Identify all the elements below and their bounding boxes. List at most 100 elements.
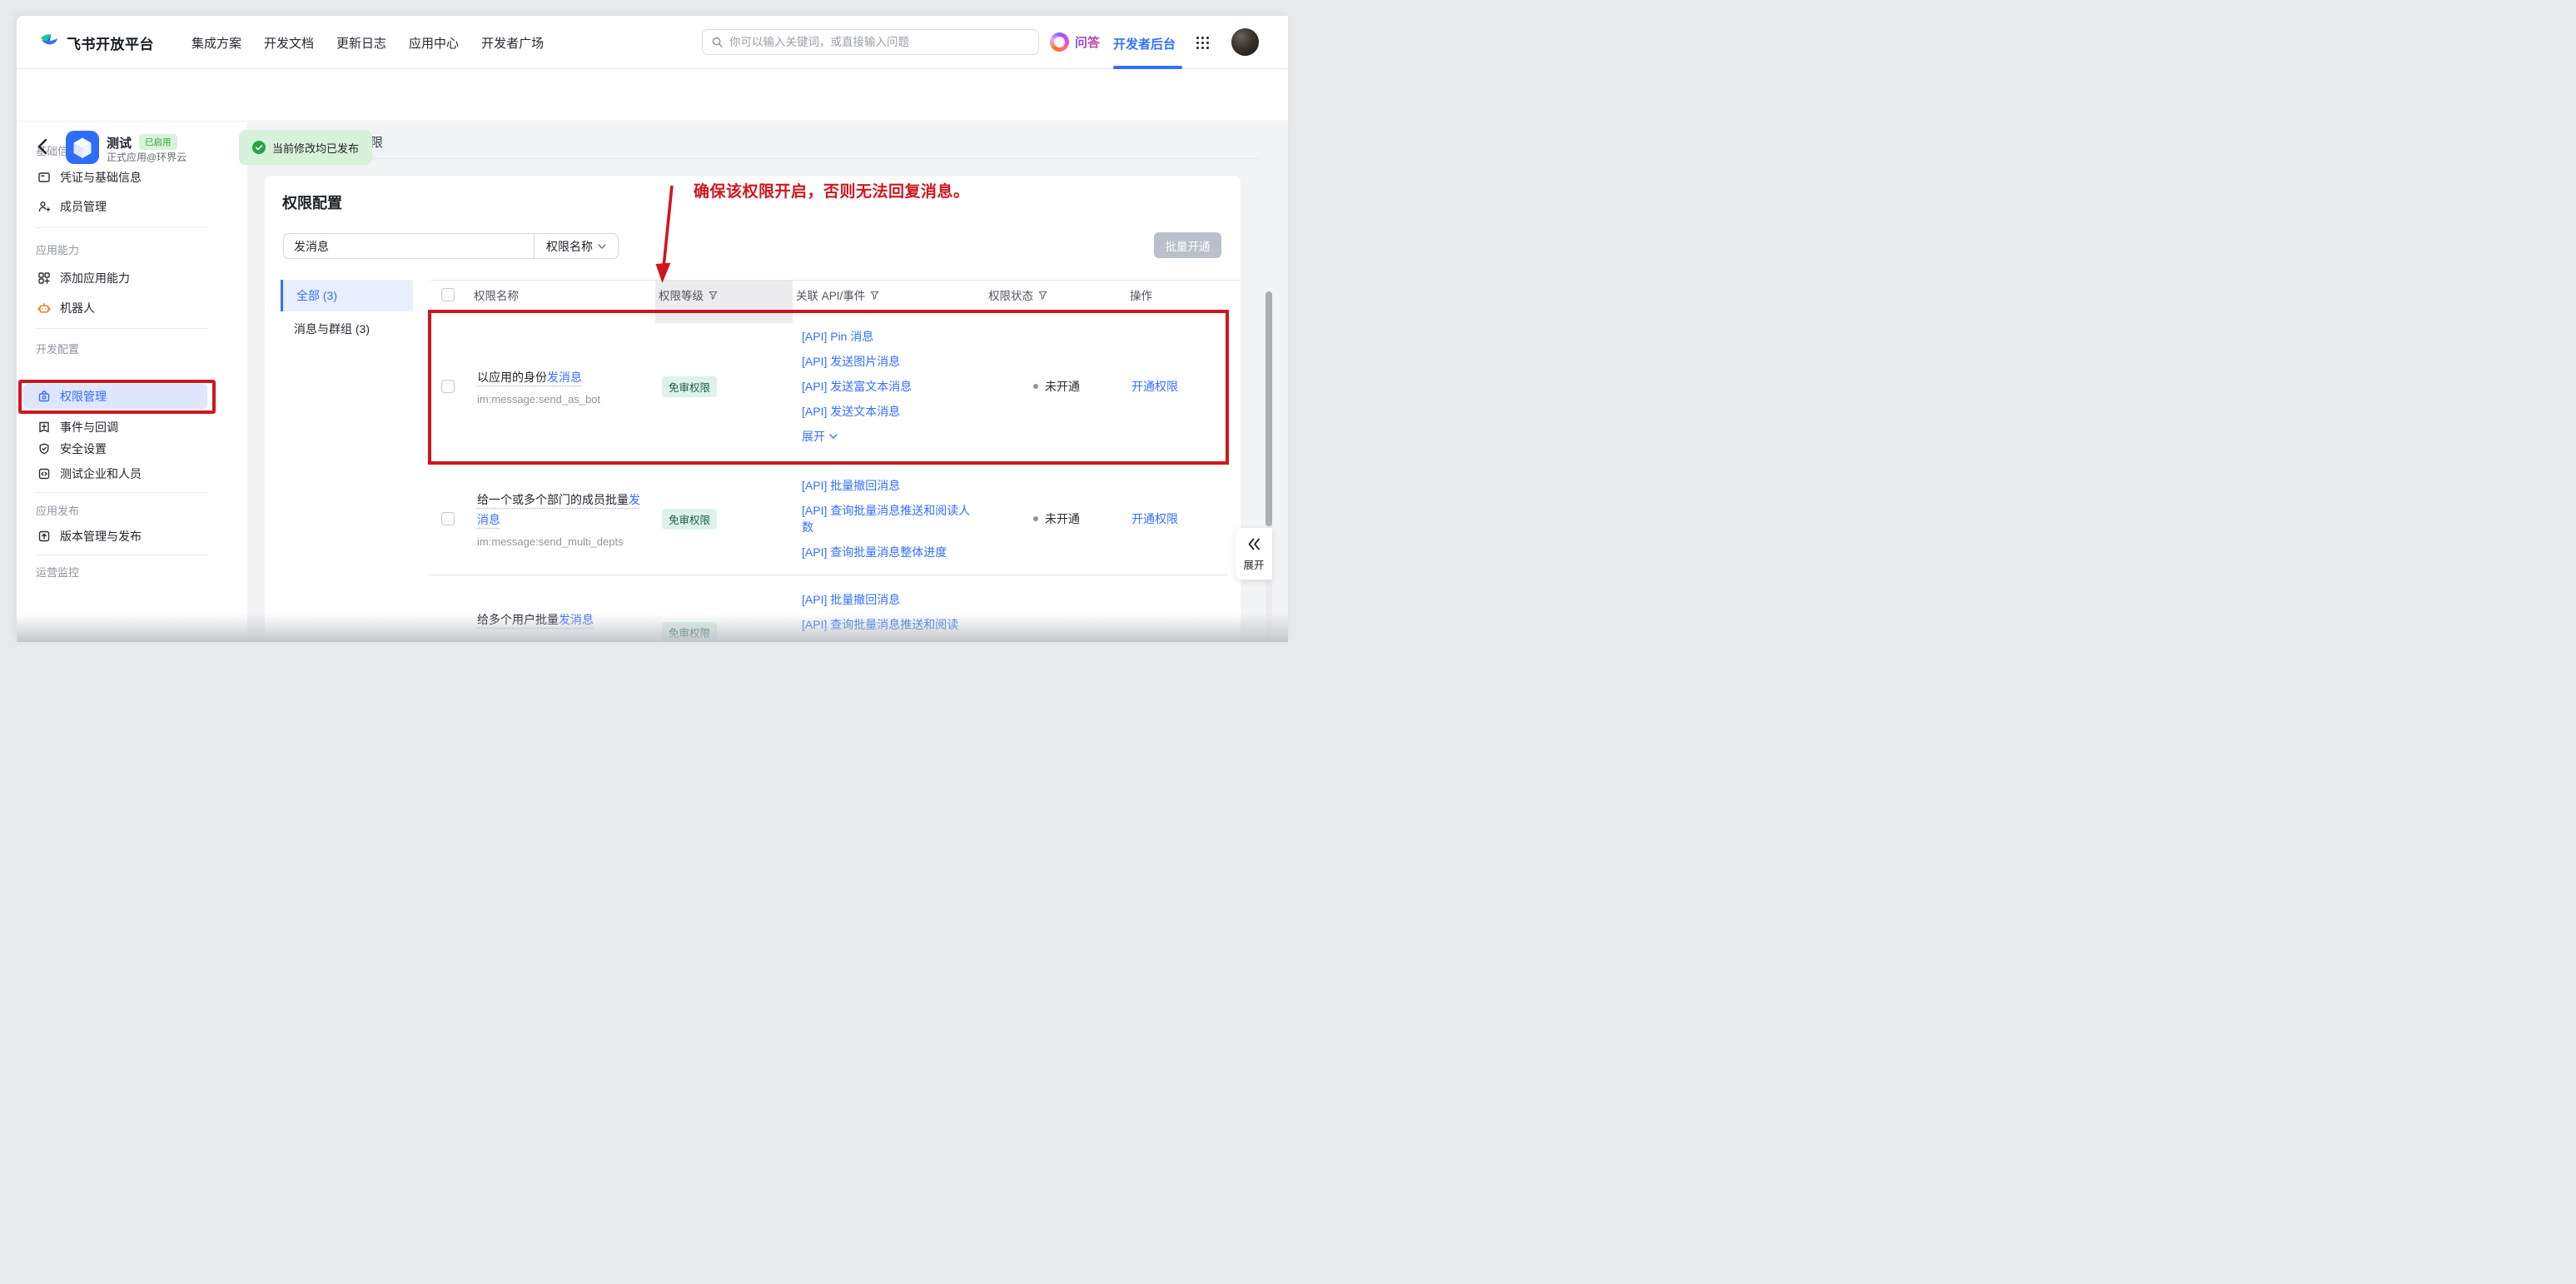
table-row: 给一个或多个部门的成员批量发消息 im:message:send_multi_d…: [429, 463, 1228, 575]
nav-item-docs[interactable]: 开发文档: [264, 34, 314, 52]
expand-apis-link[interactable]: 展开: [802, 428, 972, 445]
chevron-down-icon: [598, 244, 606, 249]
qa-label: 问答: [1075, 33, 1100, 51]
row-checkbox[interactable]: [441, 512, 455, 525]
col-header-permission-status: 权限状态: [985, 286, 1120, 303]
double-chevron-left-icon: [1246, 536, 1262, 552]
feishu-logo[interactable]: 飞书开放平台: [38, 32, 154, 53]
table-header-row: 权限名称 权限等级 关联 API/事件 权限状态 操作: [429, 280, 1228, 310]
filter-funnel-icon[interactable]: [709, 291, 718, 300]
user-add-icon: [37, 200, 51, 213]
sidebar-section-capabilities: 应用能力: [36, 241, 79, 257]
event-callback-icon: [37, 421, 51, 434]
sidebar-divider: [36, 492, 208, 493]
nav-item-dev-plaza[interactable]: 开发者广场: [481, 34, 544, 52]
search-field-select[interactable]: 权限名称: [534, 234, 618, 258]
category-all[interactable]: 全部 (3): [281, 280, 413, 311]
permission-scope: im:message:send_as_bot: [477, 393, 642, 406]
api-link[interactable]: [API] 批量撤回消息: [802, 591, 972, 608]
app-name: 测试: [107, 134, 132, 152]
sidebar-item-credentials[interactable]: 凭证与基础信息: [23, 163, 223, 192]
status-dot-icon: [1033, 516, 1038, 521]
api-link[interactable]: [API] 查询批量消息整体进度: [802, 544, 972, 560]
chevron-down-icon: [829, 434, 838, 439]
permission-name: 以应用的身份发消息: [477, 367, 645, 387]
permission-name: 给一个或多个部门的成员批量发消息: [477, 490, 645, 530]
api-link[interactable]: [API] 发送富文本消息: [802, 378, 972, 395]
search-input[interactable]: [729, 36, 1030, 48]
search-icon: [711, 36, 724, 48]
app-grid-icon[interactable]: [1196, 37, 1209, 49]
sidebar-item-security[interactable]: 安全设置: [23, 435, 223, 463]
collapse-expand-panel[interactable]: 展开: [1236, 528, 1272, 580]
api-link[interactable]: [API] 批量撤回消息: [802, 477, 972, 494]
primary-nav: 集成方案 开发文档 更新日志 应用中心 开发者广场: [191, 16, 544, 69]
app-subtitle: 正式应用@环界云: [107, 150, 186, 164]
upload-box-icon: [37, 530, 51, 543]
filter-funnel-icon[interactable]: [1038, 291, 1047, 300]
permission-name-link[interactable]: 发消息: [559, 613, 594, 626]
robot-icon: [37, 301, 51, 315]
active-nav-underline: [1113, 66, 1182, 69]
api-link[interactable]: [API] 发送图片消息: [802, 353, 972, 370]
feishu-logo-icon: [38, 32, 60, 53]
back-button[interactable]: [37, 138, 50, 155]
sidebar-item-test-company[interactable]: 测试企业和人员: [23, 460, 223, 488]
enable-permission-link[interactable]: 开通权限: [1131, 510, 1228, 527]
level-tag: 免审权限: [662, 509, 717, 530]
publish-status-pill: 当前修改均已发布: [239, 130, 372, 165]
shield-check-icon: [37, 442, 51, 455]
app-header-bar: 测试 已启用 正式应用@环界云 当前修改均已发布: [17, 69, 1288, 122]
status-dot-icon: [1033, 384, 1038, 389]
code-box-icon: [37, 467, 51, 480]
permission-search: 权限名称: [283, 233, 619, 259]
permission-name-link[interactable]: 发消息: [547, 371, 582, 384]
logo-text: 飞书开放平台: [67, 32, 154, 53]
api-link[interactable]: [API] 查询批量消息推送和阅读人数: [802, 502, 972, 535]
sidebar-section-release: 应用发布: [36, 502, 79, 518]
bulk-enable-button[interactable]: 批量开通: [1154, 232, 1221, 258]
sidebar-section-dev-config: 开发配置: [36, 341, 79, 356]
check-circle-icon: [252, 141, 266, 154]
table-row: 以应用的身份发消息 im:message:send_as_bot 免审权限 [A…: [429, 310, 1228, 463]
apps-add-icon: [37, 271, 51, 285]
global-search[interactable]: [702, 29, 1039, 55]
sidebar-item-version-release[interactable]: 版本管理与发布: [23, 522, 223, 550]
sidebar-divider: [36, 328, 208, 329]
col-header-permission-level: 权限等级: [655, 286, 793, 303]
col-header-actions: 操作: [1120, 286, 1228, 303]
permission-search-input[interactable]: [284, 234, 534, 258]
select-all-checkbox[interactable]: [441, 288, 455, 301]
nav-item-changelog[interactable]: 更新日志: [336, 34, 386, 52]
col-header-permission-name: 权限名称: [470, 286, 655, 303]
api-link[interactable]: [API] 查询批量消息推送和阅读: [802, 616, 972, 633]
qa-ring-icon: [1050, 32, 1069, 52]
status-text: 未开通: [1045, 510, 1080, 527]
permission-lock-icon: [37, 390, 51, 403]
avatar[interactable]: [1231, 28, 1259, 56]
category-message-group[interactable]: 消息与群组 (3): [281, 312, 413, 345]
publish-status-text: 当前修改均已发布: [272, 140, 359, 156]
developer-console-link[interactable]: 开发者后台: [1113, 35, 1176, 52]
api-link[interactable]: [API] 发送文本消息: [802, 403, 972, 420]
id-card-icon: [37, 171, 51, 184]
sidebar-section-ops-monitor: 运营监控: [36, 564, 79, 580]
nav-item-solutions[interactable]: 集成方案: [191, 34, 241, 52]
qa-entry[interactable]: 问答: [1050, 32, 1100, 52]
filter-funnel-icon[interactable]: [870, 291, 879, 300]
sidebar-item-permissions[interactable]: 权限管理: [23, 384, 207, 409]
scrollbar-thumb[interactable]: [1266, 291, 1272, 526]
sidebar-item-members[interactable]: 成员管理: [23, 192, 223, 221]
sidebar-item-bot[interactable]: 机器人: [23, 294, 223, 322]
status-text: 未开通: [1045, 378, 1080, 395]
api-link[interactable]: [API] Pin 消息: [802, 328, 972, 345]
permission-name: 给多个用户批量发消息: [477, 610, 645, 630]
enable-permission-link[interactable]: 开通权限: [1131, 378, 1228, 395]
row-checkbox[interactable]: [441, 380, 455, 393]
nav-item-app-center[interactable]: 应用中心: [409, 34, 459, 52]
sidebar-item-add-capability[interactable]: 添加应用能力: [23, 264, 223, 292]
col-header-related-api: 关联 API/事件: [793, 286, 985, 303]
top-navbar: 飞书开放平台 集成方案 开发文档 更新日志 应用中心 开发者广场 问答 开发者后…: [17, 16, 1288, 69]
collapse-panel-label: 展开: [1243, 556, 1264, 572]
permission-scope: im:message:send_multi_depts: [477, 535, 642, 548]
